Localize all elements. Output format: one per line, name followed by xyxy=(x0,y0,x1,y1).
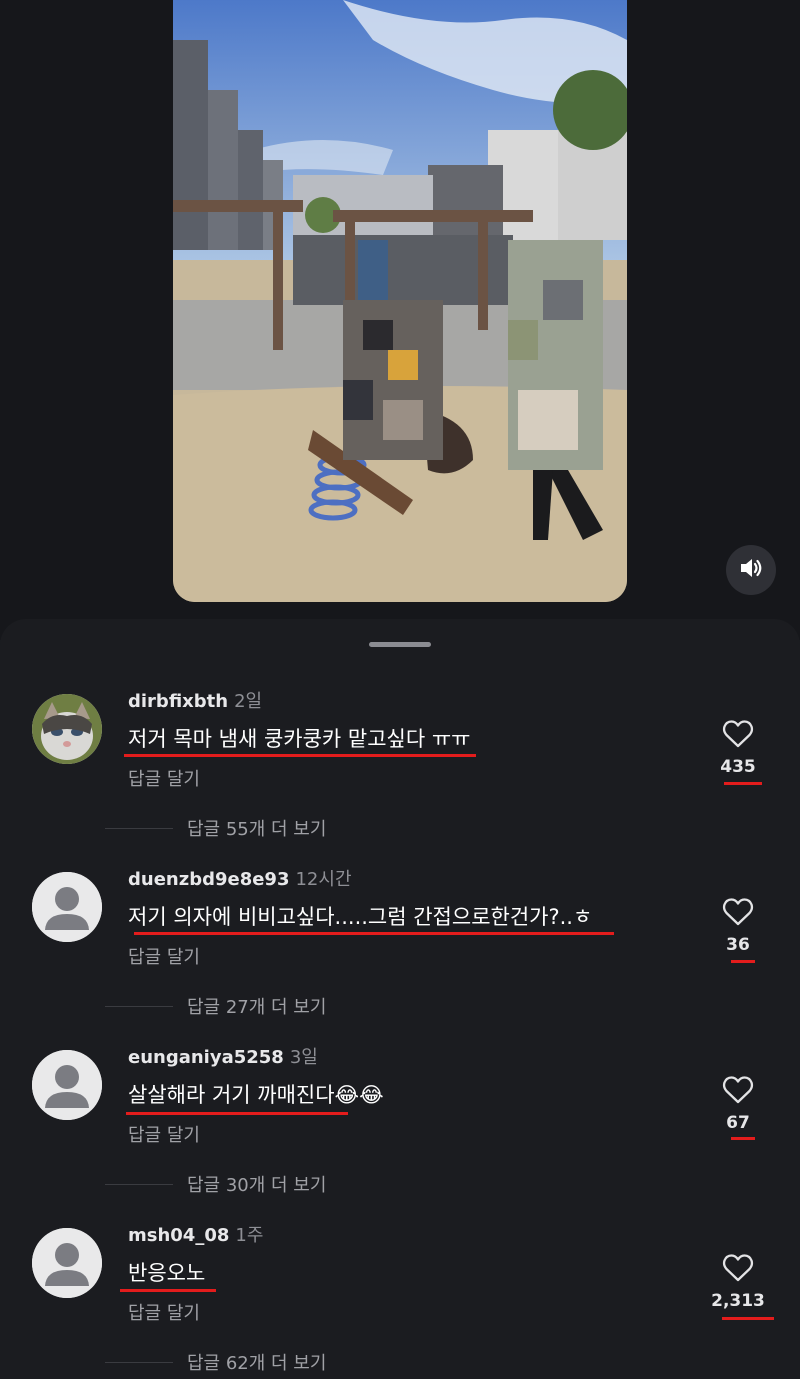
comment-time: 12시간 xyxy=(295,869,352,890)
annotation-underline xyxy=(724,782,762,785)
video-frame-image xyxy=(173,0,627,602)
comment-item: dirbfixbth 2일 저거 목마 냄새 쿵카쿵카 맡고싶다 ㅠㅠ 답글 달기… xyxy=(0,619,800,840)
comment-meta: dirbfixbth 2일 xyxy=(128,687,262,713)
reply-button[interactable]: 답글 달기 xyxy=(128,1299,200,1325)
video-player[interactable] xyxy=(173,0,627,602)
avatar[interactable] xyxy=(32,872,102,942)
avatar[interactable] xyxy=(32,1228,102,1298)
comment-meta: duenzbd9e8e93 12시간 xyxy=(128,865,352,891)
comment-username[interactable]: dirbfixbth xyxy=(128,691,228,712)
annotation-underline xyxy=(124,754,476,757)
like-control: 2,313 xyxy=(708,1253,768,1311)
view-replies-button[interactable]: 답글 62개 더 보기 xyxy=(105,1349,326,1375)
annotation-underline xyxy=(731,1137,755,1140)
reply-button[interactable]: 답글 달기 xyxy=(128,765,200,791)
video-area xyxy=(0,0,800,640)
annotation-underline xyxy=(731,960,755,963)
comment-meta: eunganiya5258 3일 xyxy=(128,1043,318,1069)
comments-sheet: dirbfixbth 2일 저거 목마 냄새 쿵카쿵카 맡고싶다 ㅠㅠ 답글 달기… xyxy=(0,619,800,1379)
heart-outline-icon[interactable] xyxy=(722,897,754,927)
comment-text: 살살해라 거기 까매진다😂😂 xyxy=(128,1083,384,1107)
like-count: 2,313 xyxy=(711,1291,765,1311)
like-control: 435 xyxy=(708,719,768,777)
cat-avatar-image xyxy=(32,694,102,764)
comment-text: 저거 목마 냄새 쿵카쿵카 맡고싶다 ㅠㅠ xyxy=(128,727,471,751)
comment-item: eunganiya5258 3일 살살해라 거기 까매진다😂😂 답글 달기 67 … xyxy=(0,975,800,1196)
default-user-icon xyxy=(32,872,102,942)
heart-outline-icon[interactable] xyxy=(722,719,754,749)
heart-outline-icon[interactable] xyxy=(722,1075,754,1105)
like-control: 36 xyxy=(708,897,768,955)
speaker-icon xyxy=(739,557,763,583)
comment-meta: msh04_08 1주 xyxy=(128,1221,263,1247)
avatar[interactable] xyxy=(32,1050,102,1120)
sound-toggle-button[interactable] xyxy=(726,545,776,595)
annotation-underline xyxy=(126,1112,348,1115)
comment-username[interactable]: duenzbd9e8e93 xyxy=(128,869,289,890)
like-control: 67 xyxy=(708,1075,768,1133)
default-user-icon xyxy=(32,1228,102,1298)
reply-button[interactable]: 답글 달기 xyxy=(128,1121,200,1147)
view-replies-label: 답글 62개 더 보기 xyxy=(187,1353,327,1374)
comment-text: 반응오노 xyxy=(128,1261,206,1285)
divider-line xyxy=(105,1361,173,1363)
comment-time: 3일 xyxy=(289,1047,318,1068)
like-count: 435 xyxy=(720,757,756,777)
annotation-underline xyxy=(120,1289,216,1292)
avatar[interactable] xyxy=(32,694,102,764)
comment-time: 1주 xyxy=(235,1225,264,1246)
like-count: 67 xyxy=(726,1113,750,1133)
heart-outline-icon[interactable] xyxy=(722,1253,754,1283)
comment-username[interactable]: msh04_08 xyxy=(128,1225,229,1246)
annotation-underline xyxy=(134,932,614,935)
like-count: 36 xyxy=(726,935,750,955)
reply-button[interactable]: 답글 달기 xyxy=(128,943,200,969)
comment-text: 저기 의자에 비비고싶다.....그럼 간접으로한건가?..ㅎ xyxy=(128,905,593,929)
annotation-underline xyxy=(722,1317,774,1320)
comment-time: 2일 xyxy=(234,691,263,712)
comment-item: msh04_08 1주 반응오노 답글 달기 2,313 답글 62개 더 보기 xyxy=(0,1153,800,1374)
comment-username[interactable]: eunganiya5258 xyxy=(128,1047,284,1068)
comment-item: duenzbd9e8e93 12시간 저기 의자에 비비고싶다.....그럼 간접… xyxy=(0,797,800,1018)
default-user-icon xyxy=(32,1050,102,1120)
